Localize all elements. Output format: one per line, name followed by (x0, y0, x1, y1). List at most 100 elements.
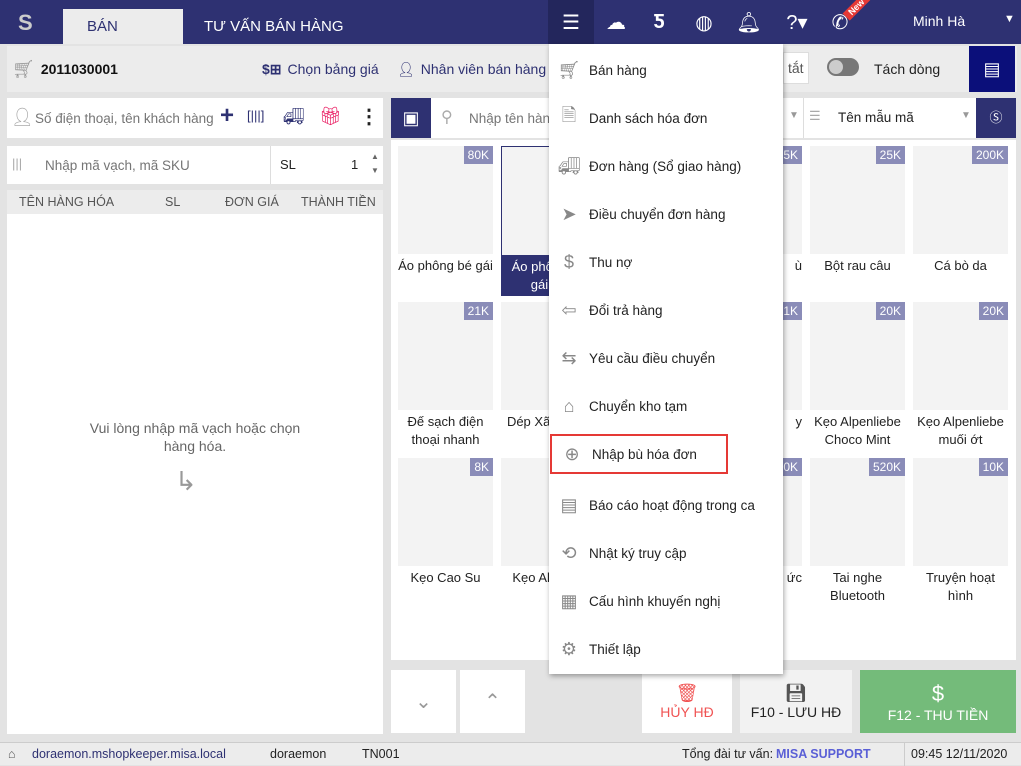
product-card[interactable]: 10K Truyện hoạt hình (913, 458, 1008, 608)
user-dropdown-icon[interactable]: ▼ (1004, 13, 1015, 25)
product-price: 200K (971, 146, 1008, 164)
status-user: doraemon (270, 747, 327, 761)
transfer-icon: ⇆ (561, 347, 577, 368)
pay-button[interactable]: $ F12 - THU TIỀN (860, 670, 1016, 733)
scroll-up-button[interactable]: ⌃ (460, 670, 525, 733)
send-icon: ➤ (561, 203, 577, 224)
price-table-icon: $⊞ (262, 60, 282, 77)
cart-table-header: TÊN HÀNG HÓA SL ĐƠN GIÁ THÀNH TIỀN (7, 190, 383, 214)
delivery-truck-icon[interactable]: 🚚︎ (283, 107, 305, 127)
menu-item[interactable]: ⟲ Nhật ký truy cập (549, 533, 783, 573)
customer-search-input[interactable] (35, 106, 215, 130)
product-card[interactable]: 20K Kẹo Alpenliebe Choco Mint (810, 302, 905, 452)
product-name: Tai nghe Bluetooth (830, 570, 885, 603)
col-qty: SL (165, 195, 181, 209)
layout-toggle-icon[interactable]: ▤ (969, 46, 1015, 92)
menu-item[interactable]: 🛒︎ Bán hàng (549, 50, 783, 90)
gift-icon[interactable]: 🎁︎ (319, 106, 342, 127)
hamburger-menu-icon[interactable]: ☰ (548, 0, 594, 44)
status-datetime: 09:45 12/11/2020 (904, 743, 1007, 766)
scroll-down-button[interactable]: ⌄ (391, 670, 456, 733)
cart-empty-area: Vui lòng nhập mã vạch hoặc chọn hàng hóa.… (7, 214, 383, 734)
person-icon: 👤︎ (397, 60, 415, 77)
cancel-invoice-button[interactable]: 🗑︎ HỦY HĐ (642, 670, 732, 733)
domain-link[interactable]: doraemon.mshopkeeper.misa.local (32, 743, 226, 766)
menu-item[interactable]: ⇆ Yêu cầu điều chuyển (549, 338, 783, 378)
customer-bar: 👤︎ + [|||] 🚚︎ 🎁︎ ⋮ (7, 98, 383, 138)
user-name[interactable]: Minh Hà (913, 13, 965, 29)
config-icon: ▦ (560, 590, 578, 611)
cart-icon: 🛒︎ (557, 59, 581, 80)
save-label: F10 - LƯU HĐ (750, 704, 842, 720)
product-card[interactable]: 20K Kẹo Alpenliebe muối ớt (913, 302, 1008, 452)
bell-icon[interactable]: 🔔︎ (727, 0, 771, 44)
trash-icon: 🗑︎ (675, 683, 699, 703)
product-name: Kẹo Alpenliebe muối ớt (917, 414, 1004, 447)
invoice-no-text: 2011030001 (40, 61, 118, 77)
sort-icon: ☰ (809, 108, 821, 123)
menu-item[interactable]: ⇦ Đổi trả hàng (549, 290, 783, 330)
menu-item[interactable]: ▦ Cấu hình khuyến nghị (549, 581, 783, 621)
help-icon[interactable]: ?▾ (772, 0, 822, 44)
sort-select[interactable]: Tên mẫu mã (838, 110, 914, 125)
category-view-icon[interactable]: ▣ (391, 98, 431, 138)
menu-item-label: Đổi trả hàng (589, 302, 663, 318)
user-icon: 👤︎ (11, 107, 34, 127)
shortcut-button[interactable]: tắt (783, 52, 809, 84)
status-terminal: TN001 (362, 747, 400, 761)
product-price: 10K (978, 458, 1008, 476)
add-customer-icon[interactable]: + (220, 102, 234, 130)
menu-item[interactable]: ➤ Điều chuyển đơn hàng (549, 194, 783, 234)
menu-item[interactable]: ⊕ Nhập bù hóa đơn (550, 434, 728, 474)
home-icon[interactable]: ⌂ (8, 743, 16, 766)
product-card[interactable]: 520K Tai nghe Bluetooth (810, 458, 905, 608)
cart-icon: 🛒︎ (12, 58, 35, 79)
product-image: 20K (810, 302, 905, 410)
scan-customer-icon[interactable]: [|||] (247, 108, 264, 123)
menu-item[interactable]: ⚙ Thiết lập (549, 629, 783, 669)
save-invoice-button[interactable]: 💾︎ F10 - LƯU HĐ (740, 670, 852, 733)
col-price: ĐƠN GIÁ (225, 195, 279, 209)
product-name: Bột rau câu (824, 258, 891, 273)
product-card[interactable]: 8K Kẹo Cao Su (398, 458, 493, 608)
tab-ban-hang[interactable]: BÁN HÀNG (63, 9, 183, 70)
money-bag-icon: $ (563, 251, 574, 272)
menu-item[interactable]: ▤ Báo cáo hoạt động trong ca (549, 485, 783, 525)
barcode-input[interactable] (45, 153, 265, 177)
menu-item-label: Yêu cầu điều chuyển (589, 350, 716, 366)
product-image: 8K (398, 458, 493, 566)
price-mode-icon[interactable]: Ⓢ (976, 98, 1016, 138)
cloud-sync-icon[interactable]: ☁ (594, 0, 638, 44)
category-dropdown-icon[interactable]: ▼ (789, 110, 799, 121)
shop-icon[interactable]: Ƽ (637, 0, 681, 44)
product-price: 8K (470, 458, 493, 476)
sort-dropdown-icon[interactable]: ▼ (961, 110, 971, 121)
support-link[interactable]: MISA SUPPORT (776, 743, 871, 766)
split-line-toggle[interactable] (827, 58, 859, 76)
menu-item[interactable]: ⌂ Chuyển kho tạm (549, 386, 783, 426)
tab-tu-van[interactable]: TƯ VẤN BÁN HÀNG (180, 9, 368, 44)
gear-icon: ⚙ (560, 638, 578, 659)
menu-item[interactable]: 🗎 Danh sách hóa đơn (549, 98, 783, 138)
menu-item-label: Bán hàng (589, 62, 647, 78)
product-name: Kẹo Alpenliebe Choco Mint (814, 414, 901, 447)
product-card[interactable]: 21K Đế sạch điện thoại nhanh (398, 302, 493, 452)
product-card[interactable]: 25K Bột rau câu (810, 146, 905, 296)
product-price: 25K (875, 146, 905, 164)
menu-item-label: Nhật ký truy cập (589, 545, 687, 561)
price-list-button[interactable]: $⊞ Chọn bảng giá (262, 46, 379, 92)
product-card[interactable]: 200K Cá bò da (913, 146, 1008, 296)
qty-stepper[interactable]: ▲ ▼ (371, 150, 379, 178)
return-icon: ⇦ (561, 299, 577, 320)
save-icon: 💾︎ (784, 683, 808, 703)
more-options-icon[interactable]: ⋮ (359, 104, 379, 129)
product-price: 80K (463, 146, 493, 164)
menu-item[interactable]: $ Thu nợ (549, 242, 783, 282)
menu-item[interactable]: 🚚︎ Đơn hàng (Sổ giao hàng) (549, 146, 783, 186)
qty-input[interactable]: 1 (351, 157, 358, 172)
globe-icon[interactable]: ◍ (682, 0, 726, 44)
product-name: Kẹo Cao Su (410, 570, 481, 585)
product-card[interactable]: 80K Áo phông bé gái (398, 146, 493, 296)
salesperson-button[interactable]: 👤︎ Nhân viên bán hàng (397, 46, 546, 92)
product-image: 20K (913, 302, 1008, 410)
